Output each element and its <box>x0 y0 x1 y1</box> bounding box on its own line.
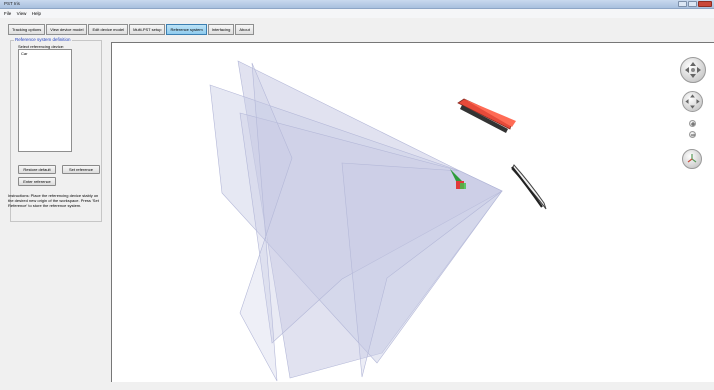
tab-multi-pst-setup[interactable]: Multi-PST setup <box>129 24 166 35</box>
zoom-in-icon[interactable] <box>689 120 696 127</box>
tab-interfacing[interactable]: Interfacing <box>207 24 235 35</box>
tab-about[interactable]: About <box>235 24 254 35</box>
tracker-white-icon <box>511 164 547 210</box>
scene-svg <box>209 60 547 382</box>
restore-default-button[interactable]: Restore default <box>18 165 56 174</box>
tab-view-device-model[interactable]: View device model <box>46 24 88 35</box>
tab-reference-system[interactable]: Reference system <box>166 24 207 35</box>
status-bar <box>0 382 714 390</box>
maximize-button[interactable] <box>688 1 697 7</box>
close-button[interactable] <box>698 1 712 7</box>
group-title: Reference system definition <box>14 37 72 42</box>
zoom-out-icon[interactable] <box>689 131 696 138</box>
tracker-red-icon <box>457 98 516 133</box>
instructions-text: Instructions: Place the referencing devi… <box>8 193 99 209</box>
tab-tracking-options[interactable]: Tracking options <box>8 24 46 35</box>
window-controls <box>678 1 712 7</box>
set-reference-button[interactable]: Set reference <box>62 165 100 174</box>
rotate-navigation-icon[interactable] <box>680 57 706 83</box>
reset-view-icon[interactable] <box>682 149 702 169</box>
device-listbox[interactable]: Car <box>18 49 72 152</box>
tab-bar: Tracking options View device model Edit … <box>8 24 254 35</box>
menu-file[interactable]: File <box>4 11 11 16</box>
menu-bar: File View Help <box>0 9 714 18</box>
menu-help[interactable]: Help <box>32 11 41 16</box>
list-item[interactable]: Car <box>19 50 71 57</box>
window-titlebar: PST Iris <box>0 0 714 9</box>
reference-panel: Reference system definition Select refer… <box>8 36 104 222</box>
enter-reference-button[interactable]: Enter reference <box>18 177 56 186</box>
3d-viewport[interactable] <box>111 42 714 382</box>
tab-edit-device-model[interactable]: Edit device model <box>88 24 129 35</box>
pan-navigation-icon[interactable] <box>682 91 703 112</box>
menu-view[interactable]: View <box>17 11 27 16</box>
window-title: PST Iris <box>4 1 20 6</box>
minimize-button[interactable] <box>678 1 687 7</box>
